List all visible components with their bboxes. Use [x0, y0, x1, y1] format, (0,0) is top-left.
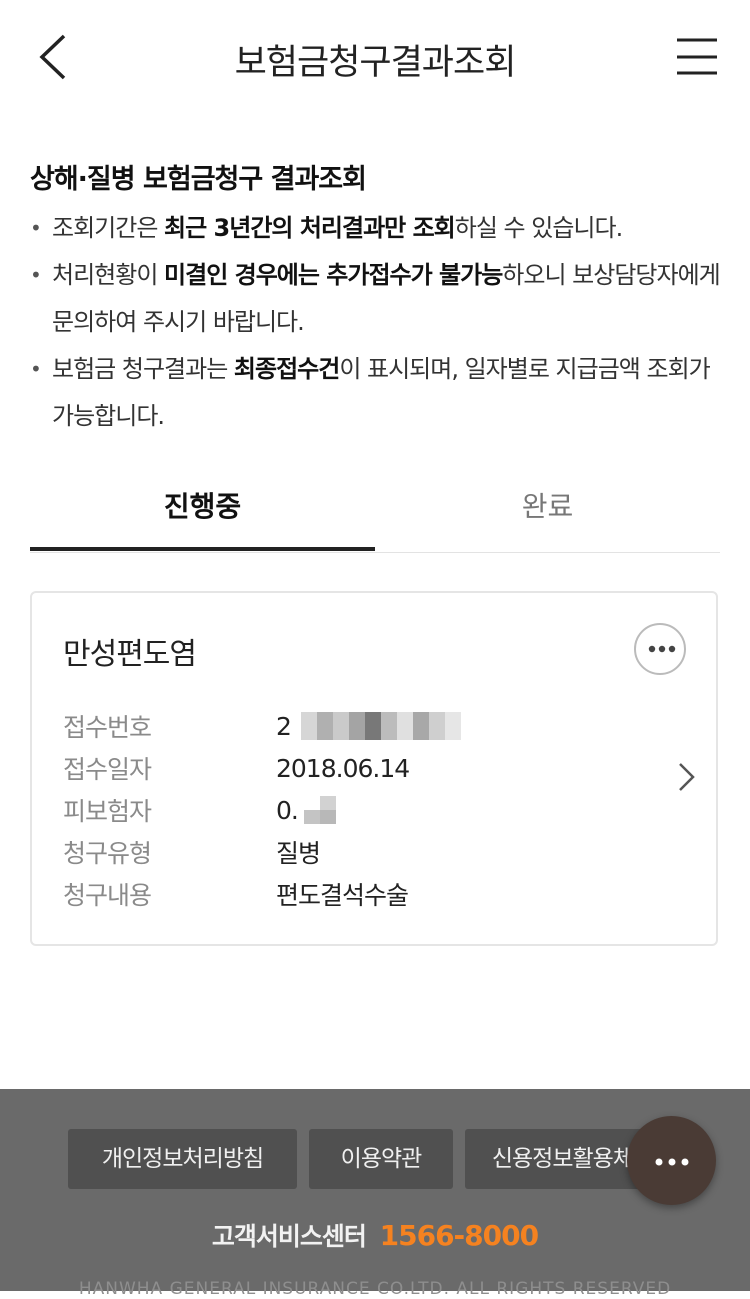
floating-menu-button[interactable]	[627, 1116, 716, 1205]
more-button[interactable]	[634, 623, 686, 675]
detail-value: 0.	[276, 796, 336, 825]
notice-text: 보험금 청구결과는	[52, 355, 234, 383]
notice-text: 하실 수 있습니다.	[454, 214, 623, 242]
detail-row-receipt-date: 접수일자 2018.06.14	[63, 747, 461, 789]
status-tabs: 진행중 완료	[30, 470, 720, 553]
detail-label: 청구내용	[63, 881, 152, 910]
hamburger-menu-icon	[677, 38, 717, 75]
detail-row-claim-type: 청구유형 질병	[63, 831, 461, 873]
tab-completed[interactable]: 완료	[375, 470, 720, 550]
detail-value: 질병	[276, 839, 321, 868]
claim-title: 만성편도염	[63, 637, 197, 672]
menu-button[interactable]	[672, 34, 722, 80]
privacy-policy-button[interactable]: 개인정보처리방침	[68, 1129, 297, 1189]
bullet-icon: •	[30, 357, 42, 381]
section-title: 상해·질병 보험금청구 결과조회	[30, 164, 367, 195]
bullet-icon: •	[30, 263, 42, 287]
detail-label: 청구유형	[63, 839, 152, 868]
insured-value: 0.	[276, 795, 299, 825]
tab-in-progress[interactable]: 진행중	[30, 470, 375, 551]
notice-text: 조회기간은	[52, 214, 165, 242]
detail-row-insured: 피보험자 0.	[63, 789, 461, 831]
detail-label: 피보험자	[63, 797, 152, 826]
detail-arrow-button[interactable]	[672, 759, 700, 795]
masked-pixel-block	[300, 712, 461, 740]
claim-detail-list: 접수번호 2 접수일자 2018.06.14 피보험자 0. 청구유형 질병 청…	[63, 705, 461, 915]
copyright-text: HANWHA GENERAL INSURANCE CO.LTD. ALL RIG…	[78, 1279, 672, 1299]
page-title: 보험금청구결과조회	[234, 43, 517, 83]
detail-label: 접수일자	[63, 755, 152, 784]
terms-button[interactable]: 이용약관	[309, 1129, 453, 1189]
customer-service: 고객서비스센터 1566-8000	[0, 1217, 750, 1253]
detail-value: 2	[276, 712, 461, 741]
notice-item: • 보험금 청구결과는 최종접수건이 표시되며, 일자별로 지급금액 조회가 가능…	[30, 346, 720, 440]
customer-service-phone[interactable]: 1566-8000	[380, 1219, 539, 1252]
notice-emphasis: 최종접수건	[233, 355, 340, 383]
masked-pixel-block	[303, 796, 336, 824]
notice-item: • 조회기간은 최근 3년간의 처리결과만 조회하실 수 있습니다.	[30, 205, 720, 252]
detail-value: 2018.06.14	[276, 753, 410, 783]
notice-text: 처리현황이	[52, 261, 165, 289]
more-horizontal-icon	[648, 645, 676, 653]
detail-row-claim-content: 청구내용 편도결석수술	[63, 873, 461, 915]
detail-row-receipt-number: 접수번호 2	[63, 705, 461, 747]
notice-list: • 조회기간은 최근 3년간의 처리결과만 조회하실 수 있습니다. • 처리현황이…	[30, 205, 721, 440]
detail-value: 편도결석수술	[276, 881, 409, 910]
more-horizontal-icon	[655, 1158, 689, 1166]
bullet-icon: •	[30, 216, 42, 240]
notice-emphasis: 미결인 경우에는 추가접수가 불가능	[164, 261, 503, 289]
claim-card[interactable]: 만성편도염 접수번호 2 접수일자 2018.06.14 피보험자 0. 청구유…	[30, 591, 718, 946]
receipt-number-value: 2	[276, 711, 292, 741]
chevron-right-icon	[679, 763, 695, 791]
notice-emphasis: 최근 3년간의 처리결과만 조회	[164, 214, 456, 242]
header: 보험금청구결과조회	[0, 0, 750, 118]
customer-service-label: 고객서비스센터	[211, 1222, 367, 1251]
notice-item: • 처리현황이 미결인 경우에는 추가접수가 불가능하오니 보상담당자에게 문의하…	[30, 252, 721, 346]
detail-label: 접수번호	[63, 713, 152, 742]
